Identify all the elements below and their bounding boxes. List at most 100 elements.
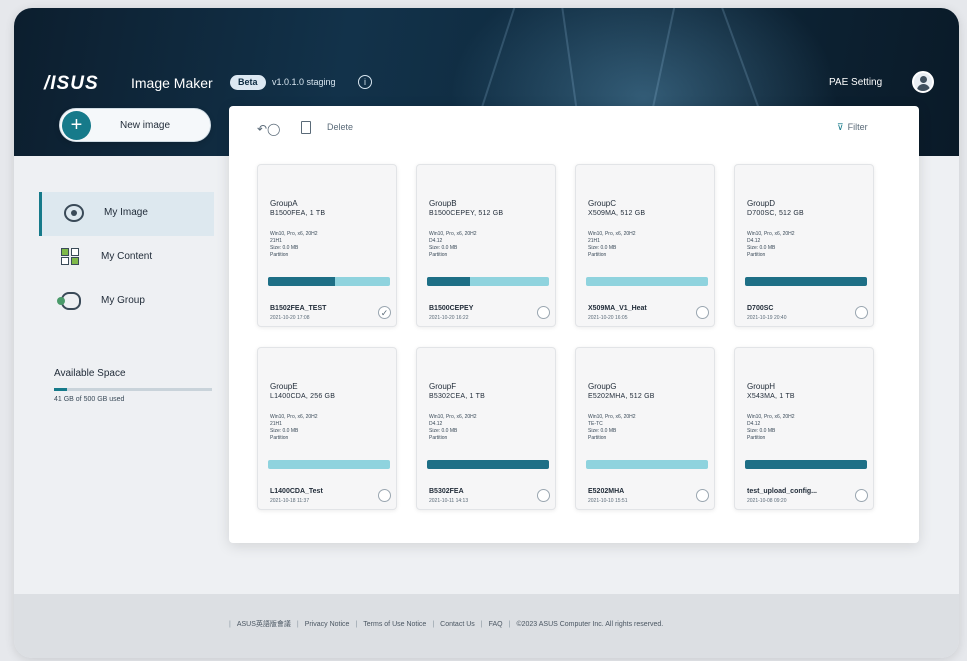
beta-badge: Beta xyxy=(230,75,266,90)
card-model: L1400CDA, 256 GB xyxy=(270,393,336,400)
info-icon[interactable]: i xyxy=(358,75,372,89)
card-select-radio[interactable] xyxy=(696,489,709,502)
available-space-used: 41 GB of 500 GB used xyxy=(54,396,125,403)
card-progress-bar xyxy=(745,277,867,286)
new-image-button[interactable]: + New image xyxy=(59,108,211,142)
filter-icon: ⊽ xyxy=(837,122,844,132)
card-spec: Win10, Pro, x6, 20H2 xyxy=(429,414,477,420)
footer-link[interactable]: ASUS英語版會議 xyxy=(237,621,291,628)
footer-link[interactable]: FAQ xyxy=(489,621,503,628)
footer-link[interactable]: ©2023 ASUS Computer Inc. All rights rese… xyxy=(516,621,663,628)
image-card[interactable]: GroupH X543MA, 1 TB Win10, Pro, x6, 20H2 D4… xyxy=(734,347,874,510)
card-spec: Partition xyxy=(270,435,289,441)
card-date: 2021-10-20 17:08 xyxy=(270,315,310,321)
image-card[interactable]: GroupC X509MA, 512 GB Win10, Pro, x6, 20H2… xyxy=(575,164,715,327)
card-select-radio[interactable] xyxy=(378,489,391,502)
card-spec: Partition xyxy=(747,252,766,258)
sidebar-item-label: My Content xyxy=(101,251,153,262)
card-date: 2021-10-20 16:05 xyxy=(588,315,628,321)
card-select-radio[interactable] xyxy=(855,489,868,502)
card-group: GroupC xyxy=(588,199,617,208)
card-select-radio[interactable] xyxy=(537,306,550,319)
card-spec: D4.12 xyxy=(747,421,761,427)
card-spec: Size: 0.0 MB xyxy=(588,245,617,251)
card-date: 2021-10-18 11:37 xyxy=(270,498,310,504)
version-label: v1.0.1.0 staging xyxy=(272,77,336,87)
card-spec: 21H1 xyxy=(588,238,600,244)
card-spec: Win10, Pro, x6, 20H2 xyxy=(429,231,477,237)
card-spec: D4.12 xyxy=(429,238,443,244)
card-spec: Size: 0.0 MB xyxy=(270,245,299,251)
trash-icon[interactable] xyxy=(301,121,311,134)
card-image-name: B1502FEA_TEST xyxy=(270,305,327,312)
card-image-name: test_upload_config... xyxy=(747,488,818,495)
image-card[interactable]: GroupB B1500CEPEY, 512 GB Win10, Pro, x6, … xyxy=(416,164,556,327)
card-group: GroupF xyxy=(429,382,457,391)
card-image-name: B1500CEPEY xyxy=(429,305,474,312)
card-group: GroupA xyxy=(270,199,298,208)
card-spec: Size: 0.0 MB xyxy=(429,428,458,434)
asus-logo[interactable]: /ISUS xyxy=(44,73,99,95)
card-spec: Size: 0.0 MB xyxy=(270,428,299,434)
sidebar-item-my-group[interactable]: My Group xyxy=(39,280,214,324)
card-select-radio[interactable] xyxy=(855,306,868,319)
card-date: 2021-10-11 14:13 xyxy=(429,498,469,504)
sidebar-item-my-content[interactable]: My Content xyxy=(39,236,214,280)
sidebar-item-my-image[interactable]: My Image xyxy=(39,192,214,236)
card-date: 2021-10-20 16:22 xyxy=(429,315,469,321)
card-model: B1500FEA, 1 TB xyxy=(270,210,326,217)
card-model: X543MA, 1 TB xyxy=(747,393,795,400)
card-spec: Partition xyxy=(429,435,448,441)
card-spec: Win10, Pro, x6, 20H2 xyxy=(588,231,636,237)
card-group: GroupG xyxy=(588,382,617,391)
plus-icon: + xyxy=(62,111,91,140)
card-group: GroupE xyxy=(270,382,298,391)
footer-links: | ASUS英語版會議 | Privacy Notice | Terms of Use N… xyxy=(229,621,664,628)
filter-button[interactable]: ⊽ Filter xyxy=(837,122,868,133)
image-card[interactable]: GroupE L1400CDA, 256 GB Win10, Pro, x6, 20… xyxy=(257,347,397,510)
card-spec: Win10, Pro, x6, 20H2 xyxy=(270,231,318,237)
card-spec: Win10, Pro, x6, 20H2 xyxy=(270,414,318,420)
card-progress-bar xyxy=(268,460,390,469)
sidebar-item-label: My Image xyxy=(104,207,148,218)
footer-link[interactable]: Privacy Notice xyxy=(305,621,350,628)
image-card[interactable]: GroupD D700SC, 512 GB Win10, Pro, x6, 20H2… xyxy=(734,164,874,327)
footer-link[interactable]: Terms of Use Notice xyxy=(363,621,426,628)
card-spec: D4.12 xyxy=(747,238,761,244)
card-spec: Partition xyxy=(270,252,289,258)
card-spec: Partition xyxy=(588,252,607,258)
card-progress-bar xyxy=(586,277,708,286)
card-select-radio[interactable]: ✓ xyxy=(378,306,391,319)
card-spec: D4.12 xyxy=(429,421,443,427)
card-progress-bar xyxy=(427,460,549,469)
available-space-bar xyxy=(54,388,212,391)
card-progress-bar xyxy=(427,277,549,286)
card-select-radio[interactable] xyxy=(537,489,550,502)
sidebar: My Image My Content My Group xyxy=(14,156,214,576)
pae-setting-link[interactable]: PAE Setting xyxy=(829,77,882,88)
delete-button[interactable]: Delete xyxy=(327,122,353,132)
card-spec: Win10, Pro, x6, 20H2 xyxy=(747,414,795,420)
image-card[interactable]: GroupF B5302CEA, 1 TB Win10, Pro, x6, 20H2… xyxy=(416,347,556,510)
undo-icon[interactable]: ↶◯ xyxy=(257,122,280,136)
card-spec: Size: 0.0 MB xyxy=(588,428,617,434)
card-model: E5202MHA, 512 GB xyxy=(588,393,655,400)
image-card[interactable]: GroupG E5202MHA, 512 GB Win10, Pro, x6, 20… xyxy=(575,347,715,510)
app-title: Image Maker xyxy=(131,75,213,91)
image-card[interactable]: GroupA B1500FEA, 1 TB Win10, Pro, x6, 20H2… xyxy=(257,164,397,327)
available-space-title: Available Space xyxy=(54,368,126,379)
card-progress-bar xyxy=(268,277,390,286)
new-image-label: New image xyxy=(120,120,171,131)
card-image-name: E5202MHA xyxy=(588,488,625,495)
footer-link[interactable]: Contact Us xyxy=(440,621,475,628)
group-icon xyxy=(57,292,81,310)
card-spec: Partition xyxy=(588,435,607,441)
avatar[interactable] xyxy=(912,71,934,93)
card-group: GroupD xyxy=(747,199,776,208)
image-panel: ↶◯ Delete ⊽ Filter GroupA B1500FEA, 1 TB Wi… xyxy=(229,106,919,543)
card-image-name: L1400CDA_Test xyxy=(270,488,323,495)
top-bar: /ISUS Image Maker Beta v1.0.1.0 staging … xyxy=(14,68,959,98)
card-model: D700SC, 512 GB xyxy=(747,210,804,217)
card-select-radio[interactable] xyxy=(696,306,709,319)
footer: | ASUS英語版會議 | Privacy Notice | Terms of Use N… xyxy=(14,594,959,658)
